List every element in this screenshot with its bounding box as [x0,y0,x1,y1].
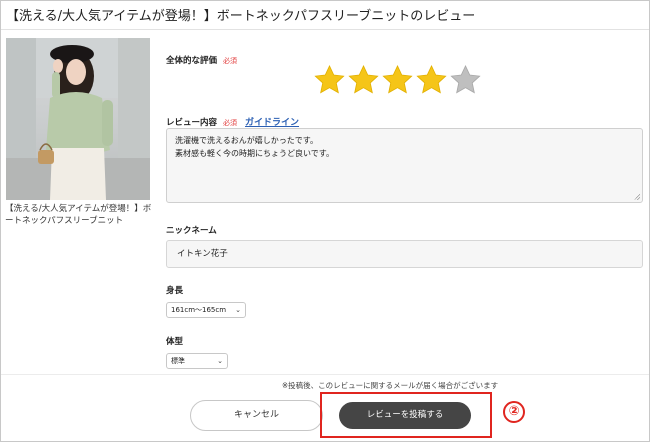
star-filled-icon[interactable] [415,63,448,97]
annotation-highlight-box [320,392,492,438]
height-select[interactable]: 161cm～165cm ⌄ [166,302,246,318]
nickname-input[interactable]: イトキン花子 [166,240,643,268]
guideline-link[interactable]: ガイドライン [245,118,299,128]
page-title: 【洗える/大人気アイテムが登場！】ボートネックパフスリーブニットのレビュー [6,9,476,24]
height-label: 身長 [166,286,184,296]
star-rating[interactable] [313,63,482,97]
model-photo-illustration [6,38,150,200]
review-label: レビュー内容 必須 ガイドライン [166,115,299,128]
star-filled-icon[interactable] [347,63,380,97]
product-image[interactable] [6,38,150,200]
star-filled-icon[interactable] [381,63,414,97]
title-divider [1,29,649,30]
review-label-text: レビュー内容 [166,118,218,128]
chevron-down-icon: ⌄ [235,306,241,314]
body-type-label: 体型 [166,337,184,347]
product-name: 【洗える/大人気アイテムが登場！】ボートネックパフスリーブニット [5,204,152,226]
required-badge: 必須 [223,119,238,127]
nickname-label: ニックネーム [166,226,217,236]
rating-label: 全体的な評価 必須 [166,54,237,66]
review-line: 素材感も軽く今の時期にちょうど良いです。 [175,149,334,158]
resize-grip-icon[interactable] [634,194,640,200]
annotation-step-number: ② [503,401,525,423]
required-badge: 必須 [223,57,238,65]
review-textarea[interactable]: 洗濯機で洗えるおんが嬉しかったです。 素材感も軽く今の時期にちょうど良いです。 [166,128,643,203]
height-select-value: 161cm～165cm [171,306,227,314]
star-empty-icon[interactable] [449,63,482,97]
chevron-down-icon: ⌄ [217,357,223,365]
body-type-select[interactable]: 標準 ⌄ [166,353,228,369]
body-type-select-value: 標準 [171,357,185,365]
cancel-button[interactable]: キャンセル [190,400,323,431]
post-notice: ※投稿後、このレビューに関するメールが届く場合がございます [281,381,499,390]
footer-divider [1,374,649,375]
star-filled-icon[interactable] [313,63,346,97]
rating-label-text: 全体的な評価 [166,56,218,66]
review-line: 洗濯機で洗えるおんが嬉しかったです。 [175,136,318,145]
